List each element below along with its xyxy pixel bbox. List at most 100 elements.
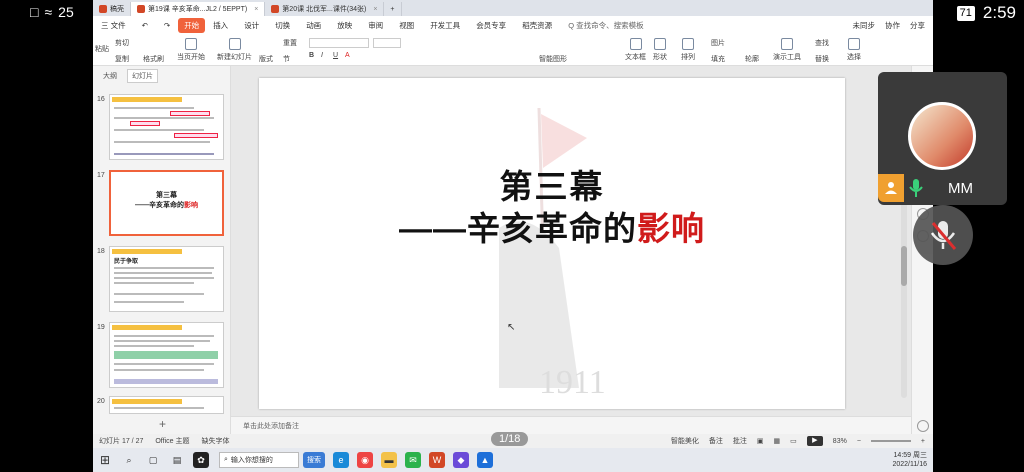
font-color-button[interactable]: A [345, 52, 350, 59]
redo-icon[interactable]: ↷ [156, 21, 178, 30]
tab-docer[interactable]: 稿壳 [93, 2, 131, 16]
layout-dropdown[interactable]: 版式 [259, 54, 273, 64]
app2-icon[interactable]: ◆ [453, 452, 469, 468]
comments-toggle[interactable]: 批注 [733, 436, 747, 446]
taskbar-search-button[interactable]: 搜索 [303, 452, 325, 468]
zoom-slider[interactable] [870, 440, 911, 442]
thumbnail-item[interactable]: 19 [97, 322, 224, 388]
new-slide-button[interactable]: 新建幻灯片 [217, 38, 252, 62]
select-button[interactable]: 选择 [847, 38, 861, 62]
menu-insert[interactable]: 插入 [205, 20, 236, 31]
search-icon[interactable]: ⌕ [121, 452, 137, 468]
replace-button[interactable]: 替换 [815, 54, 829, 64]
menu-member[interactable]: 会员专享 [468, 20, 514, 31]
scrollbar-thumb[interactable] [901, 246, 907, 286]
smart-beautify-button[interactable]: 智能美化 [671, 436, 699, 446]
textbox-button[interactable]: 文本框 [625, 38, 646, 62]
slide-thumbnail[interactable] [109, 94, 224, 160]
thumbnail-item-selected[interactable]: 17 第三幕 ——辛亥革命的影响 [97, 170, 224, 236]
app-icon[interactable]: ✿ [193, 452, 209, 468]
slide-thumbnail[interactable]: 第三幕 ——辛亥革命的影响 [109, 170, 224, 236]
person-icon[interactable] [878, 174, 904, 202]
slide-subtitle[interactable]: ——辛亥革命的影响 [259, 202, 845, 250]
task-view-icon[interactable]: ▢ [145, 452, 161, 468]
presenter-tools-button[interactable]: 演示工具 [773, 38, 801, 62]
zoom-out-icon[interactable]: − [857, 438, 861, 445]
paste-button[interactable]: 粘贴 [95, 44, 109, 54]
find-button[interactable]: 查找 [815, 38, 829, 48]
mute-button[interactable] [913, 205, 973, 265]
taskbar-search-box[interactable]: ⌕ 输入你想搜的 [219, 452, 299, 468]
outline-button[interactable]: 轮廓 [745, 54, 759, 64]
undo-icon[interactable]: ↶ [134, 21, 156, 30]
close-icon[interactable]: × [373, 6, 377, 13]
menu-transitions[interactable]: 切换 [267, 20, 298, 31]
sorter-view-icon[interactable]: ▦ [774, 437, 781, 445]
reading-view-icon[interactable]: ▭ [790, 437, 797, 445]
menu-slideshow[interactable]: 放映 [329, 20, 360, 31]
slide-thumbnail[interactable] [109, 322, 224, 388]
copy-button[interactable]: 复制 [115, 54, 129, 64]
current-slide[interactable]: 1911 第三幕 ——辛亥革命的影响 [259, 78, 845, 409]
command-search[interactable]: Q 查找命令、搜索模板 [560, 20, 651, 31]
sync-status[interactable]: 未同步 [853, 20, 876, 31]
add-slide-button[interactable]: + [159, 417, 166, 431]
notes-pane[interactable]: 单击此处添加备注 [231, 416, 911, 434]
smartart-button[interactable]: 智能图形 [539, 54, 567, 64]
cut-button[interactable]: 剪切 [115, 38, 129, 48]
play-icon[interactable]: ▶ [806, 436, 823, 446]
fill-button[interactable]: 填充 [711, 54, 725, 64]
menu-home[interactable]: 开始 [178, 17, 206, 33]
tab-slides[interactable]: 幻灯片 [127, 69, 158, 83]
thumbnail-item[interactable]: 18 民于争取 [97, 246, 224, 312]
help-icon[interactable] [917, 420, 929, 432]
menu-developer[interactable]: 开发工具 [422, 20, 468, 31]
tab-lesson20[interactable]: 第20课 北伐军...课件(34张) × [265, 2, 385, 16]
menu-file[interactable]: 三 文件 [93, 20, 134, 31]
normal-view-icon[interactable]: ▣ [757, 437, 764, 445]
folder-icon[interactable]: ▬ [381, 452, 397, 468]
font-name-field[interactable] [309, 38, 369, 48]
new-slide-icon [228, 38, 241, 50]
wechat-icon[interactable]: ✉ [405, 452, 421, 468]
menu-design[interactable]: 设计 [236, 20, 267, 31]
underline-button[interactable]: U [333, 52, 338, 59]
zoom-in-icon[interactable]: + [921, 438, 925, 445]
edge-icon[interactable]: e [333, 452, 349, 468]
format-painter-button[interactable]: 格式刷 [143, 54, 164, 64]
tab-lesson19[interactable]: 第19课 辛亥革命...JL2 / 5EPPT) × [131, 2, 266, 16]
thumbnail-item[interactable]: 20 [97, 396, 224, 414]
video-call-card[interactable]: MM [878, 72, 1007, 205]
reset-button[interactable]: 重置 [283, 38, 297, 48]
slide-title[interactable]: 第三幕 [259, 160, 845, 208]
picture-button[interactable]: 图片 [711, 38, 725, 48]
play-from-current-button[interactable]: 当页开始 [177, 38, 205, 62]
thumbnail-item[interactable]: 16 [97, 94, 224, 160]
app3-icon[interactable]: ▲ [477, 452, 493, 468]
menu-docer[interactable]: 稻壳资源 [514, 20, 560, 31]
close-icon[interactable]: × [254, 6, 258, 13]
menu-review[interactable]: 审阅 [360, 20, 391, 31]
font-size-field[interactable] [373, 38, 401, 48]
menu-view[interactable]: 视图 [391, 20, 422, 31]
section-dropdown[interactable]: 节 [283, 54, 290, 64]
missing-font-button[interactable]: 缺失字体 [201, 436, 229, 446]
shape-button[interactable]: 形状 [653, 38, 667, 62]
wps-icon[interactable]: W [429, 452, 445, 468]
new-tab-button[interactable]: + [384, 2, 402, 16]
windows-start-icon[interactable]: ⊞ [97, 452, 113, 468]
italic-button[interactable]: I [321, 52, 323, 59]
widgets-icon[interactable]: ▤ [169, 452, 185, 468]
collab-button[interactable]: 协作 [885, 20, 900, 31]
notes-toggle[interactable]: 备注 [709, 436, 723, 446]
arrange-button[interactable]: 排列 [681, 38, 695, 62]
share-button[interactable]: 分享 [910, 20, 925, 31]
slide-thumbnail[interactable] [109, 396, 224, 414]
chrome-icon[interactable]: ◉ [357, 452, 373, 468]
taskbar-clock[interactable]: 14:59 周三 2022/11/16 [892, 451, 933, 469]
zoom-level[interactable]: 83% [833, 438, 847, 445]
bold-button[interactable]: B [309, 52, 314, 59]
menu-animation[interactable]: 动画 [298, 20, 329, 31]
slide-thumbnail[interactable]: 民于争取 [109, 246, 224, 312]
tab-outline[interactable]: 大纲 [99, 70, 121, 82]
